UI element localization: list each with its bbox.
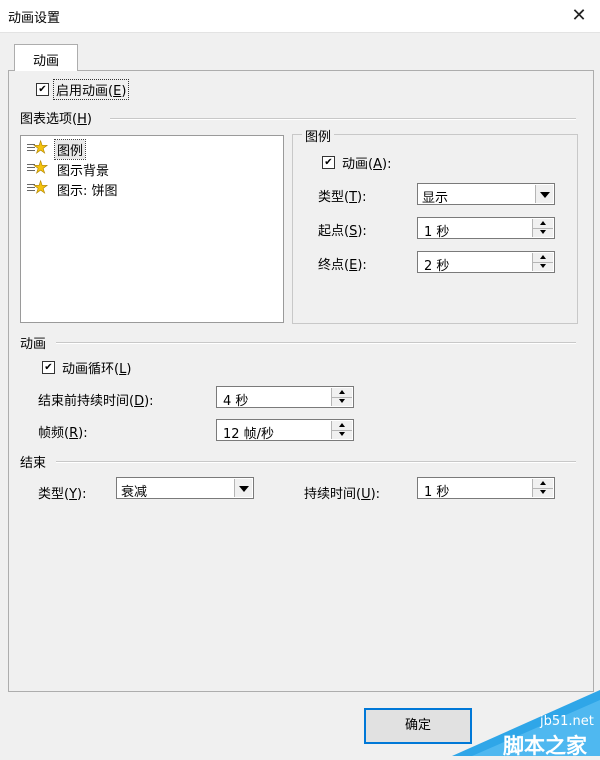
watermark-site: jb51.net (540, 714, 594, 729)
star-list-icon: ★ (25, 158, 55, 178)
legend-end-value: 2 秒 (424, 259, 450, 274)
spin-down-icon[interactable] (332, 397, 352, 406)
end-type-key: Y (69, 487, 78, 502)
end-duration-value: 1 秒 (424, 485, 450, 500)
legend-animation-key: A (373, 157, 382, 172)
checkmark-icon: ✔ (38, 84, 47, 95)
legend-start-stepper[interactable]: 1 秒 (417, 217, 555, 240)
enable-animation-label[interactable]: 启用动画(E) (52, 79, 130, 100)
end-type-label: 类型(Y): (38, 487, 87, 502)
duration-before-end-text: 结束前持续时间 (38, 394, 130, 409)
star-list-icon: ★ (25, 138, 55, 158)
legend-animation-label[interactable]: 动画(A): (342, 153, 391, 172)
enable-animation-text: 启用动画 (56, 84, 109, 99)
chevron-down-icon[interactable] (535, 185, 553, 203)
legend-start-text: 起点 (318, 224, 345, 239)
animation-loop-label[interactable]: 动画循环(L) (62, 358, 131, 377)
tab-animation[interactable]: 动画 (14, 44, 78, 71)
tab-label: 动画 (32, 54, 59, 69)
legend-start-label: 起点(S): (318, 224, 367, 239)
spin-down-icon[interactable] (533, 488, 553, 497)
animation-section-divider (56, 342, 576, 344)
end-duration-key: U (361, 487, 371, 502)
spin-down-icon[interactable] (533, 262, 553, 271)
legend-end-key: E (349, 258, 358, 273)
close-icon[interactable]: ✕ (566, 4, 592, 28)
duration-before-end-value: 4 秒 (223, 394, 249, 409)
duration-before-end-key: D (134, 394, 145, 409)
tree-item-pie[interactable]: ★ 图示: 饼图 (25, 178, 120, 199)
tree-item-background[interactable]: ★ 图示背景 (25, 158, 111, 179)
legend-animation-checkbox[interactable]: ✔ (322, 156, 335, 169)
frame-rate-label: 帧频(R): (38, 426, 88, 441)
chart-options-heading: 图表选项(H) (20, 112, 92, 127)
tree-item-label: 图示: 饼图 (57, 183, 118, 199)
checkmark-icon: ✔ (44, 362, 53, 373)
legend-start-value: 1 秒 (424, 225, 450, 240)
legend-end-label: 终点(E): (318, 258, 367, 273)
legend-type-text: 类型 (318, 190, 345, 205)
frame-rate-stepper[interactable]: 12 帧/秒 (216, 419, 354, 442)
star-list-icon: ★ (25, 178, 55, 198)
spin-buttons (331, 421, 352, 439)
legend-end-stepper[interactable]: 2 秒 (417, 251, 555, 274)
animation-loop-text: 动画循环 (62, 362, 115, 377)
legend-start-key: S (349, 224, 358, 239)
enable-animation-checkbox[interactable]: ✔ (36, 83, 49, 96)
legend-end-text: 终点 (318, 258, 345, 273)
chevron-down-icon[interactable] (234, 479, 252, 497)
checkmark-icon: ✔ (324, 157, 333, 168)
frame-rate-text: 帧频 (38, 426, 65, 441)
end-section-heading: 结束 (20, 456, 47, 471)
frame-rate-key: R (69, 426, 79, 441)
chart-options-divider (110, 118, 576, 120)
animation-loop-checkbox[interactable]: ✔ (42, 361, 55, 374)
duration-before-end-stepper[interactable]: 4 秒 (216, 386, 354, 409)
window-title: 动画设置 (8, 11, 61, 26)
frame-rate-value: 12 帧/秒 (223, 427, 275, 442)
spin-buttons (331, 388, 352, 406)
end-duration-text: 持续时间 (304, 487, 357, 502)
chart-options-key: H (77, 112, 87, 127)
tree-item-legend[interactable]: ★ 图例 (25, 138, 87, 160)
spin-down-icon[interactable] (533, 228, 553, 237)
chart-options-tree[interactable]: ★ 图例 ★ 图示背景 ★ 图示: 饼图 (20, 135, 284, 323)
end-duration-stepper[interactable]: 1 秒 (417, 477, 555, 500)
legend-type-dropdown[interactable]: 显示 (417, 183, 555, 206)
legend-group-title: 图例 (302, 126, 335, 145)
spin-buttons (532, 253, 553, 271)
end-type-value: 衰减 (121, 485, 148, 500)
duration-before-end-label: 结束前持续时间(D): (38, 394, 154, 409)
spin-buttons (532, 219, 553, 237)
end-duration-label: 持续时间(U): (304, 487, 381, 502)
end-type-text: 类型 (38, 487, 65, 502)
title-bar: 动画设置 ✕ (0, 0, 600, 33)
enable-animation-key: E (113, 84, 122, 99)
animation-section-heading: 动画 (20, 337, 47, 352)
animation-loop-key: L (119, 362, 127, 377)
legend-type-label: 类型(T): (318, 190, 367, 205)
end-section-divider (56, 461, 576, 463)
tree-item-label: 图示背景 (57, 163, 110, 179)
chart-options-text: 图表选项 (20, 112, 73, 127)
spin-down-icon[interactable] (332, 430, 352, 439)
end-type-dropdown[interactable]: 衰减 (116, 477, 254, 500)
legend-type-value: 显示 (422, 191, 449, 206)
legend-type-key: T (349, 190, 358, 205)
legend-animation-text: 动画 (342, 157, 369, 172)
spin-buttons (532, 479, 553, 497)
tree-item-label: 图例 (53, 138, 87, 160)
